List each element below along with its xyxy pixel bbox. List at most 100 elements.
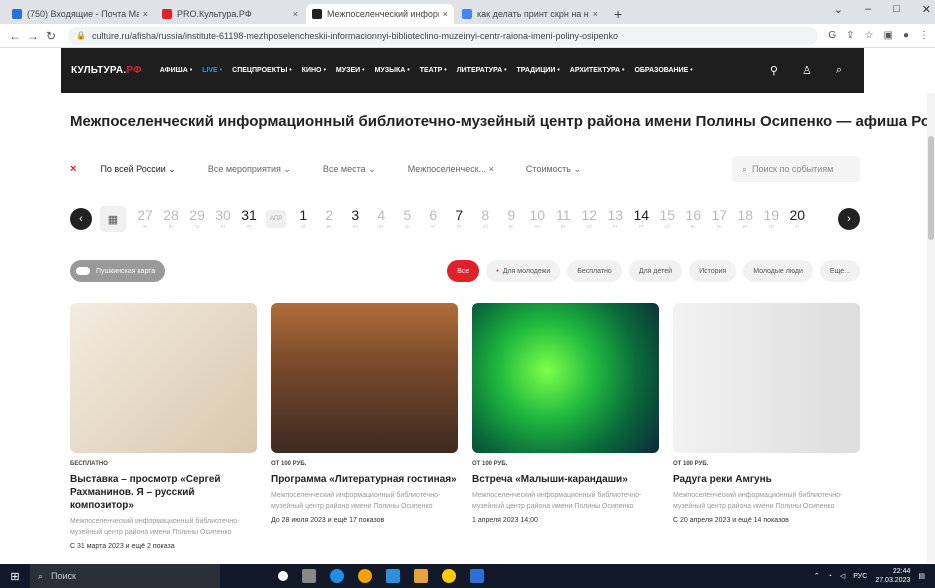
nav-item[interactable]: ЛИТЕРАТУРА •: [457, 67, 507, 74]
date-cell[interactable]: 17 пн: [706, 207, 732, 231]
event-title[interactable]: Радуга реки Амгунь: [673, 473, 860, 486]
date-cell[interactable]: 2 вс: [316, 207, 342, 231]
chrome-icon[interactable]: [358, 569, 372, 583]
event-card[interactable]: ОТ 100 РУБ. Программа «Литературная гости…: [271, 303, 458, 550]
app-icon[interactable]: [470, 569, 484, 583]
nav-item[interactable]: ТЕАТР •: [420, 67, 447, 74]
cost-filter[interactable]: Стоимость ⌄: [526, 164, 581, 175]
nav-item[interactable]: АРХИТЕКТУРА •: [570, 67, 625, 74]
date-cell[interactable]: 27 пн: [132, 207, 158, 231]
nav-item[interactable]: МУЗЕИ •: [336, 67, 365, 74]
event-image[interactable]: [70, 303, 257, 453]
event-card[interactable]: БЕСПЛАТНО Выставка – просмотр «Сергей Рах…: [70, 303, 257, 550]
event-search-input[interactable]: ⌕ Поиск по событиям: [732, 156, 860, 182]
maximize-button[interactable]: □: [893, 3, 900, 16]
event-title[interactable]: Встреча «Малыши-карандаши»: [472, 473, 659, 486]
date-cell[interactable]: 7 пт: [446, 207, 472, 231]
edge-icon[interactable]: [330, 569, 344, 583]
close-tab-icon[interactable]: ×: [443, 9, 448, 19]
browser-tab[interactable]: Межпоселенческий информацион ×: [306, 4, 454, 24]
browser-tab[interactable]: как делать принт скрн на ноут ×: [456, 4, 604, 24]
filter-chip[interactable]: Для детей: [628, 260, 683, 282]
nav-item[interactable]: LIVE •: [202, 67, 222, 74]
user-icon[interactable]: ♙: [802, 64, 812, 77]
nav-item[interactable]: МУЗЫКА •: [375, 67, 410, 74]
filter-chip[interactable]: Молодые люди: [743, 260, 813, 282]
taskbar-search[interactable]: ⌕ Поиск: [30, 564, 220, 588]
pushkin-card-toggle[interactable]: Пушкинская карта: [70, 260, 166, 282]
calendar-icon[interactable]: ▦: [100, 206, 126, 232]
browser-tab[interactable]: PRO.Культура.РФ ×: [156, 4, 304, 24]
search-icon[interactable]: ⌕: [836, 64, 842, 77]
date-cell[interactable]: 11 вт: [550, 207, 576, 231]
date-cell[interactable]: 20 чт: [784, 207, 810, 231]
widgets-icon[interactable]: [302, 569, 316, 583]
date-cell[interactable]: 14 пт: [628, 207, 654, 231]
clear-filters-icon[interactable]: ×: [70, 163, 76, 175]
close-tab-icon[interactable]: ×: [293, 9, 298, 19]
new-tab-button[interactable]: +: [606, 4, 630, 24]
minimize-button[interactable]: –: [865, 3, 871, 16]
events-filter[interactable]: Все мероприятия ⌄: [208, 164, 291, 175]
star-icon[interactable]: ☆: [865, 30, 874, 41]
browser-tab[interactable]: (750) Входящие - Почта Mail.ru ×: [6, 4, 154, 24]
date-cell[interactable]: 16 вс: [680, 207, 706, 231]
back-button[interactable]: ←: [6, 29, 24, 43]
date-cell[interactable]: 28 вт: [158, 207, 184, 231]
close-tab-icon[interactable]: ×: [143, 9, 148, 19]
wifi-icon[interactable]: ◔: [828, 573, 832, 580]
event-image[interactable]: [271, 303, 458, 453]
venue-filter[interactable]: Межпоселенческ... ×: [408, 164, 494, 174]
nav-item[interactable]: ТРАДИЦИИ •: [517, 67, 560, 74]
date-cell[interactable]: 5 ср: [394, 207, 420, 231]
date-cell[interactable]: 18 вт: [732, 207, 758, 231]
close-tab-icon[interactable]: ×: [593, 9, 598, 19]
volume-icon[interactable]: ◁: [840, 572, 845, 580]
date-cell[interactable]: 29 ср: [184, 207, 210, 231]
chevron-down-icon[interactable]: ⌄: [834, 3, 843, 16]
filter-chip[interactable]: • Для молодежи: [486, 260, 561, 282]
filter-chip[interactable]: Бесплатно: [567, 260, 622, 282]
date-cell[interactable]: 19 ср: [758, 207, 784, 231]
windows-start-icon[interactable]: ⊞: [0, 570, 30, 583]
notifications-icon[interactable]: ▤: [918, 572, 925, 580]
site-logo[interactable]: КУЛЬТУРА.РФ: [71, 65, 142, 76]
date-cell[interactable]: 6 чт: [420, 207, 446, 231]
filter-chip[interactable]: Еще...: [819, 260, 860, 282]
nav-item[interactable]: СПЕЦПРОЕКТЫ •: [232, 67, 292, 74]
tray-up-icon[interactable]: ⌃: [814, 572, 820, 580]
event-title[interactable]: Программа «Литературная гостиная»: [271, 473, 458, 486]
event-image[interactable]: [673, 303, 860, 453]
yandex-icon[interactable]: [442, 569, 456, 583]
date-cell[interactable]: 10 пн: [524, 207, 550, 231]
date-cell[interactable]: 12 ср: [576, 207, 602, 231]
reload-button[interactable]: ↻: [42, 29, 60, 43]
event-image[interactable]: [472, 303, 659, 453]
url-field[interactable]: 🔒 culture.ru/afisha/russia/institute-611…: [68, 26, 819, 45]
sidebar-icon[interactable]: ▣: [884, 30, 893, 41]
location-icon[interactable]: ⚲: [770, 64, 778, 77]
close-window-button[interactable]: ✕: [922, 3, 931, 16]
share-icon[interactable]: ⇪: [846, 30, 854, 41]
date-cell[interactable]: 9 вс: [498, 207, 524, 231]
date-cell[interactable]: 15 сб: [654, 207, 680, 231]
filter-chip[interactable]: История: [689, 260, 737, 282]
date-cell[interactable]: 13 чт: [602, 207, 628, 231]
filter-chip[interactable]: Все: [447, 260, 480, 282]
explorer-icon[interactable]: [414, 569, 428, 583]
profile-icon[interactable]: ●: [903, 30, 909, 41]
date-cell[interactable]: 1 сб: [290, 207, 316, 231]
date-cell[interactable]: 4 вт: [368, 207, 394, 231]
forward-button[interactable]: →: [24, 29, 42, 43]
store-icon[interactable]: [386, 569, 400, 583]
event-card[interactable]: ОТ 100 РУБ. Радуга реки Амгунь Межпоселенч…: [673, 303, 860, 550]
event-title[interactable]: Выставка – просмотр «Сергей Рахманинов. …: [70, 473, 257, 512]
date-cell[interactable]: 8 сб: [472, 207, 498, 231]
date-cell[interactable]: 3 пн: [342, 207, 368, 231]
date-cell[interactable]: 31 пт: [236, 207, 262, 231]
menu-icon[interactable]: ⋮: [919, 30, 929, 41]
nav-item[interactable]: АФИША •: [160, 67, 192, 74]
date-cell[interactable]: 30 чт: [210, 207, 236, 231]
task-view-icon[interactable]: [278, 571, 288, 581]
region-filter[interactable]: По всей России ⌄: [100, 164, 175, 175]
